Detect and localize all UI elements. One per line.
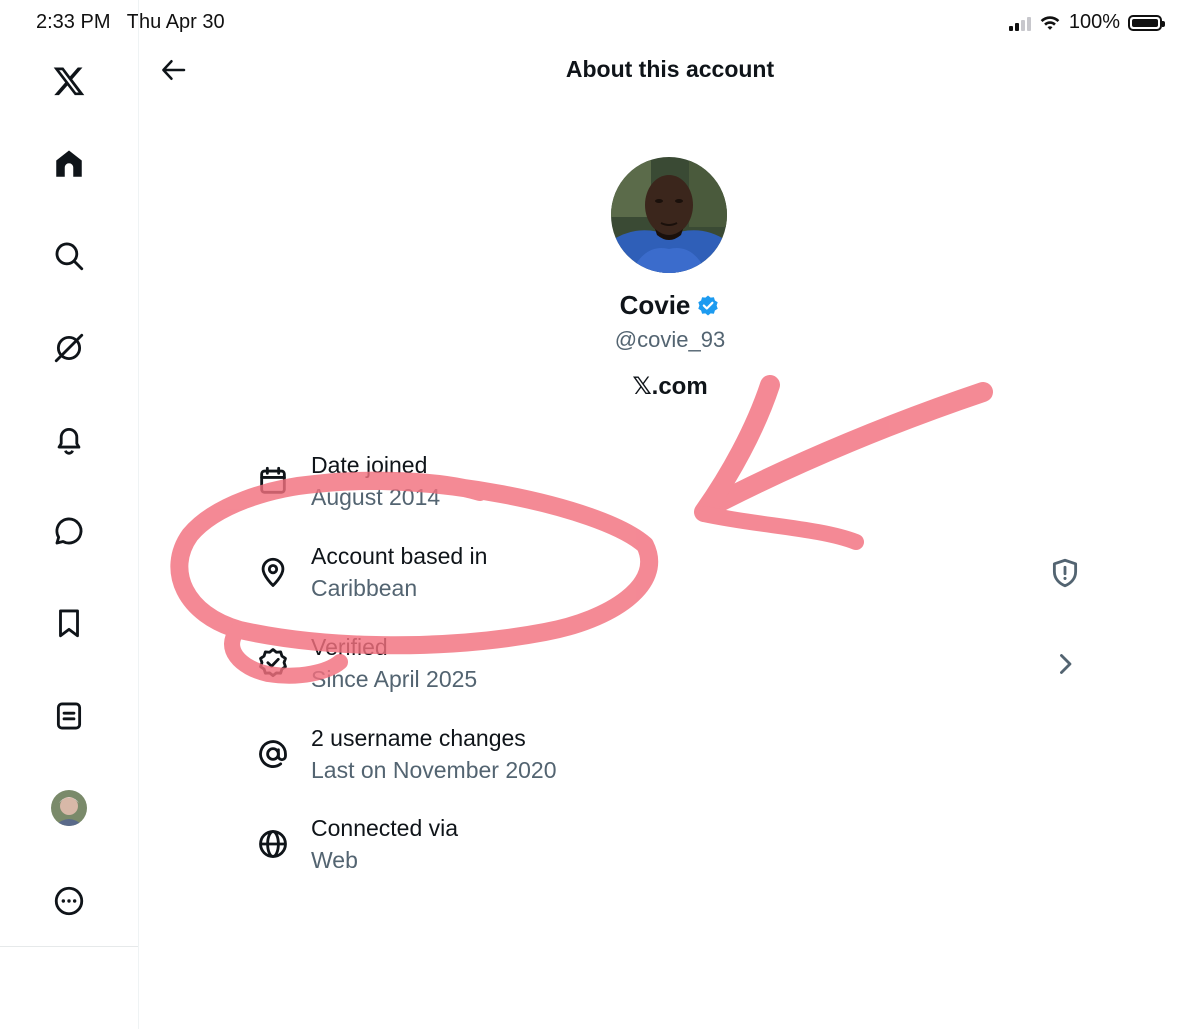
status-date: Thu Apr 30 bbox=[126, 11, 225, 33]
row-label: Verified bbox=[311, 634, 388, 660]
sidebar-divider bbox=[0, 946, 138, 947]
row-value: August 2014 bbox=[311, 484, 441, 510]
back-button[interactable] bbox=[156, 52, 192, 88]
account-avatar[interactable] bbox=[611, 157, 727, 273]
row-value: Since April 2025 bbox=[311, 666, 478, 692]
row-account-based-in: Account based in Caribbean bbox=[250, 543, 1090, 615]
sidebar bbox=[0, 0, 139, 1029]
verified-check-icon bbox=[698, 295, 719, 315]
page-title: About this account bbox=[565, 56, 775, 82]
verified-badge-icon bbox=[256, 646, 290, 680]
row-username-changes: 2 username changes Last on November 2020 bbox=[250, 725, 1090, 797]
bookmark-icon[interactable] bbox=[50, 604, 88, 642]
row-label: Account based in bbox=[311, 543, 488, 569]
connected-site: 𝕏.com bbox=[632, 373, 708, 400]
battery-percent: 100% bbox=[1068, 11, 1120, 33]
row-connected-via: Connected via Web bbox=[250, 815, 1090, 887]
grok-icon[interactable] bbox=[50, 329, 88, 367]
more-icon[interactable] bbox=[50, 882, 88, 920]
cellular-signal-icon bbox=[1008, 15, 1031, 31]
status-indicators: 100% bbox=[1008, 11, 1165, 34]
globe-icon bbox=[256, 827, 290, 861]
wifi-icon bbox=[1040, 15, 1060, 30]
row-date-joined: Date joined August 2014 bbox=[250, 452, 1090, 524]
arrow-left-icon bbox=[162, 60, 186, 80]
battery-icon bbox=[1128, 14, 1165, 31]
bell-icon[interactable] bbox=[50, 421, 88, 459]
home-icon[interactable] bbox=[50, 145, 88, 183]
row-label: Connected via bbox=[311, 815, 459, 841]
lists-icon[interactable] bbox=[50, 697, 88, 735]
x-logo-icon[interactable] bbox=[50, 62, 88, 100]
display-name: Covie bbox=[619, 290, 691, 320]
account-handle: @covie_93 bbox=[614, 327, 726, 352]
row-verified[interactable]: Verified Since April 2025 bbox=[250, 634, 1090, 706]
row-value: Caribbean bbox=[311, 575, 418, 601]
display-name-row: Covie bbox=[440, 290, 900, 321]
messages-icon[interactable] bbox=[50, 512, 88, 550]
row-label: 2 username changes bbox=[311, 725, 526, 751]
profile-avatar[interactable] bbox=[51, 790, 87, 826]
shield-alert-icon[interactable] bbox=[1048, 556, 1082, 590]
at-sign-icon bbox=[256, 737, 290, 771]
chevron-right-icon[interactable] bbox=[1048, 647, 1082, 681]
row-label: Date joined bbox=[311, 452, 428, 478]
search-icon[interactable] bbox=[50, 237, 88, 275]
location-pin-icon bbox=[256, 555, 290, 589]
row-value: Last on November 2020 bbox=[311, 757, 557, 783]
calendar-icon bbox=[256, 464, 290, 498]
row-value: Web bbox=[311, 847, 358, 873]
